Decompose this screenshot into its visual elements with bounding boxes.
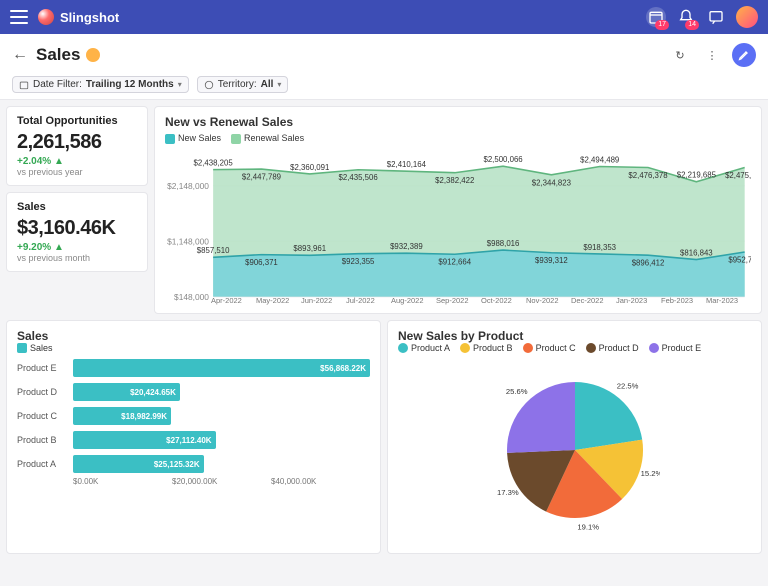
calendar-badge: 17 [655,20,669,30]
svg-text:19.1%: 19.1% [577,523,599,532]
svg-text:15.2%: 15.2% [640,469,659,478]
pie-legend: Product AProduct BProduct CProduct DProd… [398,343,751,354]
kpi-sales: Sales $3,160.46K +9.20% ▲ vs previous mo… [6,192,148,272]
kpi-opportunities: Total Opportunities 2,261,586 +2.04% ▲ v… [6,106,148,186]
bar-row: Product B $27,112.40K [17,431,370,449]
chevron-down-icon: ▾ [277,80,281,89]
brand: Slingshot [38,9,119,25]
date-filter[interactable]: Date Filter: Trailing 12 Months ▾ [12,76,189,93]
filter-bar: Date Filter: Trailing 12 Months ▾ Territ… [12,70,756,99]
chevron-down-icon: ▾ [178,80,182,89]
bell-badge: 14 [685,20,699,30]
territory-filter[interactable]: Territory: All ▾ [197,76,289,93]
svg-text:17.3%: 17.3% [496,488,518,497]
topbar-actions: 17 14 [646,6,758,28]
refresh-button[interactable]: ↻ [668,43,692,67]
hbar-card: Sales Sales Product E $56,868.22K Produc… [6,320,381,555]
bar-row: Product E $56,868.22K [17,359,370,377]
bar-row: Product D $20,424.65K [17,383,370,401]
pie-chart[interactable]: 22.5% 15.2% 19.1% 17.3% 25.6% [398,355,751,545]
more-button[interactable]: ⋮ [700,43,724,67]
bar-row: Product A $25,125.32K [17,455,370,473]
svg-text:22.5%: 22.5% [616,382,638,391]
calendar-icon[interactable]: 17 [646,7,666,27]
page-title: Sales [36,45,100,65]
ribbon-icon [86,48,100,62]
hbar-chart[interactable]: Product E $56,868.22K Product D $20,424.… [17,359,370,473]
hamburger-icon[interactable] [10,10,28,24]
back-button[interactable]: ← [12,46,28,64]
bar-row: Product C $18,982.99K [17,407,370,425]
area-legend: New Sales Renewal Sales [165,133,751,144]
brand-name: Slingshot [60,10,119,25]
topbar: Slingshot 17 14 [0,0,768,34]
pie-card: New Sales by Product Product AProduct BP… [387,320,762,555]
area-chart[interactable]: $2,148,000$1,148,000$148,000$2,438,205$2… [165,146,751,296]
logo-icon [38,9,54,25]
chat-icon[interactable] [706,7,726,27]
edit-button[interactable] [732,43,756,67]
area-chart-card: New vs Renewal Sales New Sales Renewal S… [154,106,762,314]
svg-text:25.6%: 25.6% [505,387,527,396]
page-header: ← Sales ↻ ⋮ Date Filter: Trailing 12 Mon… [0,34,768,100]
bell-icon[interactable]: 14 [676,7,696,27]
avatar[interactable] [736,6,758,28]
